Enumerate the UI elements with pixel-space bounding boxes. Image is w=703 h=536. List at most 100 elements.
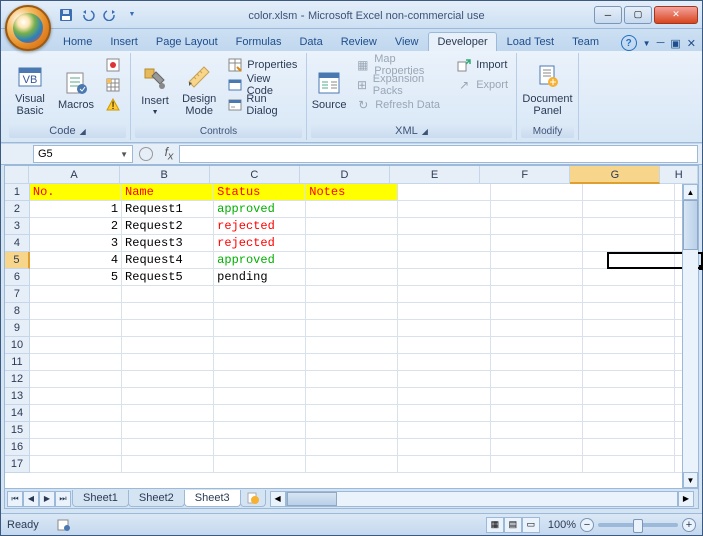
cell[interactable] [30,320,122,337]
cell[interactable] [398,286,490,303]
cell[interactable] [214,354,306,371]
col-header[interactable]: G [570,166,660,184]
row-header[interactable]: 1 [5,184,30,201]
row-header[interactable]: 14 [5,405,30,422]
row-header[interactable]: 3 [5,218,30,235]
properties-button[interactable]: Properties [223,55,302,75]
cell[interactable] [30,371,122,388]
tab-last-icon[interactable]: ⏭ [55,491,71,507]
worksheet-grid[interactable]: A B C D E F G H 1No.NameStatusNotes21Req… [4,165,699,509]
scroll-left-icon[interactable]: ◀ [270,491,286,507]
cell[interactable] [491,337,583,354]
cell[interactable] [491,320,583,337]
scroll-right-icon[interactable]: ▶ [678,491,694,507]
cell[interactable] [491,456,583,473]
cell[interactable]: Request1 [122,201,214,218]
cell[interactable] [491,303,583,320]
cell[interactable] [398,184,490,201]
col-header[interactable]: H [660,166,698,184]
cell[interactable] [122,422,214,439]
hscroll-thumb[interactable] [287,492,337,506]
row-header[interactable]: 4 [5,235,30,252]
run-dialog-button[interactable]: Run Dialog [223,95,302,115]
cell[interactable] [306,235,398,252]
col-header[interactable]: C [210,166,300,184]
cell[interactable] [583,439,675,456]
namebox-dropdown-icon[interactable]: ▼ [120,150,128,159]
row-header[interactable]: 11 [5,354,30,371]
cell[interactable]: Name [122,184,214,201]
cell[interactable] [491,405,583,422]
cell[interactable] [122,456,214,473]
sheet-tab[interactable]: Sheet1 [72,490,129,507]
cell[interactable] [491,354,583,371]
code-launcher-icon[interactable]: ◢ [80,127,86,136]
cell[interactable] [306,252,398,269]
cell[interactable]: 3 [30,235,122,252]
office-button[interactable] [5,5,51,51]
row-header[interactable]: 12 [5,371,30,388]
cell[interactable] [122,303,214,320]
import-button[interactable]: Import [452,55,512,75]
document-panel-button[interactable]: Document Panel [521,55,574,125]
zoom-out-button[interactable]: − [580,518,594,532]
cell[interactable] [583,269,675,286]
cell[interactable] [306,201,398,218]
cell[interactable] [306,422,398,439]
cell[interactable] [583,405,675,422]
cell[interactable] [30,303,122,320]
cell[interactable] [30,439,122,456]
cell[interactable] [398,405,490,422]
zoom-in-button[interactable]: + [682,518,696,532]
tab-insert[interactable]: Insert [102,33,146,51]
relative-ref-button[interactable] [101,75,125,95]
row-header[interactable]: 10 [5,337,30,354]
normal-view-icon[interactable]: ▦ [486,517,504,533]
cell[interactable] [214,439,306,456]
cell[interactable] [398,371,490,388]
cell[interactable] [398,320,490,337]
cell[interactable] [491,439,583,456]
cell[interactable] [583,422,675,439]
cell[interactable] [214,371,306,388]
macro-security-button[interactable]: ! [101,95,125,115]
cell[interactable] [122,286,214,303]
cell[interactable] [306,337,398,354]
cell[interactable] [491,201,583,218]
tab-home[interactable]: Home [55,33,100,51]
cell[interactable]: approved [214,201,306,218]
col-header[interactable]: B [120,166,210,184]
cell[interactable] [122,371,214,388]
cell[interactable] [583,388,675,405]
insert-control-button[interactable]: Insert▼ [135,55,175,125]
zoom-level[interactable]: 100% [548,519,576,531]
tab-formulas[interactable]: Formulas [228,33,290,51]
tab-developer[interactable]: Developer [428,32,496,51]
cell[interactable] [491,252,583,269]
cell[interactable] [306,303,398,320]
cell[interactable] [30,405,122,422]
cell[interactable] [583,201,675,218]
save-icon[interactable] [57,6,75,24]
cell[interactable] [30,354,122,371]
minimize-button[interactable]: ─ [594,6,622,24]
fx-icon[interactable]: fx [159,145,179,162]
help-icon[interactable]: ? [621,35,637,51]
cell[interactable]: Request5 [122,269,214,286]
formula-bar[interactable] [179,145,698,163]
row-header[interactable]: 7 [5,286,30,303]
row-header[interactable]: 13 [5,388,30,405]
row-header[interactable]: 8 [5,303,30,320]
cell[interactable] [491,371,583,388]
visual-basic-button[interactable]: VBVisual Basic [9,55,51,124]
cell[interactable] [583,184,675,201]
cell[interactable] [583,218,675,235]
cell[interactable] [398,337,490,354]
cell[interactable] [583,252,675,269]
tab-review[interactable]: Review [333,33,385,51]
cell[interactable]: 5 [30,269,122,286]
row-header[interactable]: 2 [5,201,30,218]
cell[interactable] [214,303,306,320]
workbook-restore-icon[interactable]: ▣ [670,37,680,50]
cell[interactable]: Request2 [122,218,214,235]
